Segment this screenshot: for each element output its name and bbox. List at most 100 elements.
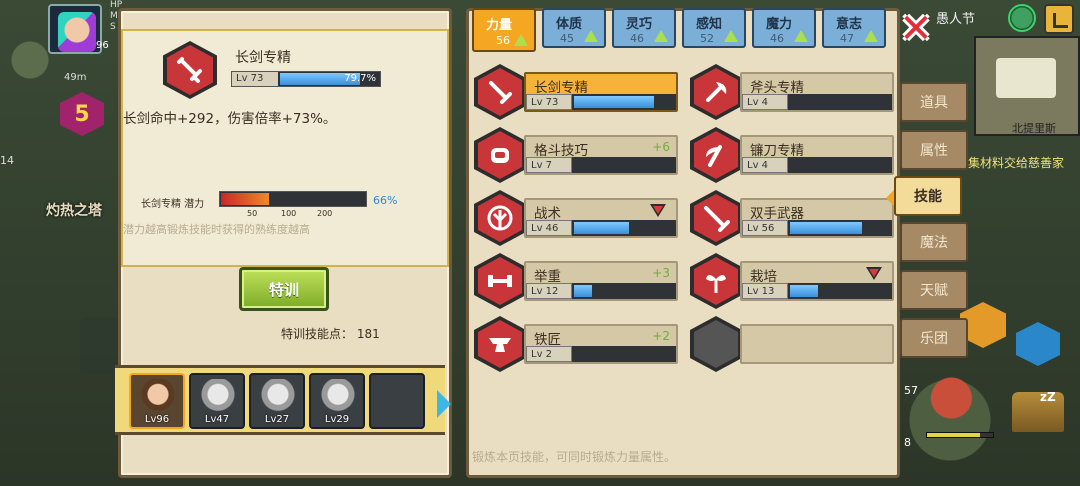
party-member-level: Lv29 bbox=[324, 414, 350, 425]
player-level: 96 bbox=[96, 40, 109, 51]
tab-strength[interactable]: 力量 56 bbox=[472, 8, 536, 52]
skill-item[interactable]: 举重 +3 Lv 12 bbox=[474, 253, 680, 309]
potential-label: 长剑专精 潜力 bbox=[141, 199, 205, 210]
sword-icon bbox=[474, 64, 526, 120]
world-nav-button[interactable] bbox=[80, 318, 120, 374]
skill-level-bar: Lv 7 bbox=[526, 157, 676, 173]
skill-level-fill bbox=[574, 285, 592, 297]
skill-item[interactable]: 铁匠 +2 Lv 2 bbox=[474, 316, 680, 372]
globe-icon[interactable] bbox=[1008, 4, 1036, 32]
skill-level: Lv 13 bbox=[742, 283, 788, 299]
footer-hint: 锻炼本页技能，可同时锻炼力量属性。 bbox=[472, 450, 677, 464]
avatar bbox=[199, 379, 237, 413]
skill-detail-card: 长剑专精 Lv 73 79.7% 长剑命中+292，伤害倍率+73%。 长剑专精… bbox=[121, 29, 449, 267]
train-button[interactable]: 特训 bbox=[239, 267, 329, 311]
skill-item[interactable]: 战术 Lv 46 bbox=[474, 190, 680, 246]
skill-level: Lv 46 bbox=[526, 220, 572, 236]
party-next-arrow-icon[interactable] bbox=[437, 390, 451, 418]
skill-name: 格斗技巧 bbox=[534, 143, 588, 159]
up-arrow-icon bbox=[794, 30, 808, 42]
skill-detail-title: 长剑专精 bbox=[235, 50, 291, 66]
party-member-slot[interactable]: Lv27 bbox=[249, 373, 305, 429]
skill-item[interactable]: 长剑专精 Lv 73 bbox=[474, 64, 680, 120]
minimap-label: 北提里斯 bbox=[1012, 122, 1056, 135]
potential-down-icon bbox=[866, 267, 882, 280]
side-tab-talent[interactable]: 天赋 bbox=[900, 270, 968, 310]
skill-item[interactable]: 双手武器 Lv 56 bbox=[690, 190, 896, 246]
player-portrait[interactable] bbox=[48, 4, 102, 54]
party-member-slot-empty[interactable] bbox=[369, 373, 425, 429]
skill-slot-empty[interactable] bbox=[690, 316, 896, 372]
side-tab-magic[interactable]: 魔法 bbox=[900, 222, 968, 262]
party-member-level: Lv47 bbox=[204, 414, 230, 425]
tab-constitution[interactable]: 体质 45 bbox=[542, 8, 606, 48]
skill-level-fill bbox=[790, 222, 862, 234]
skill-detail-description: 长剑命中+292，伤害倍率+73%。 bbox=[123, 111, 337, 127]
skill-level-bar: Lv 2 bbox=[526, 346, 676, 362]
skill-item-body: 战术 Lv 46 bbox=[524, 198, 678, 238]
party-member-slot[interactable]: Lv96 bbox=[129, 373, 185, 429]
tab-magic[interactable]: 魔力 46 bbox=[752, 8, 816, 48]
skill-detail-level: Lv 73 bbox=[232, 72, 278, 86]
skill-detail-progress-pct: 79.7% bbox=[344, 73, 376, 84]
sword-icon bbox=[163, 41, 217, 99]
potential-tick: 100 bbox=[281, 209, 297, 218]
party-member-slot[interactable]: Lv47 bbox=[189, 373, 245, 429]
up-arrow-icon bbox=[864, 30, 878, 42]
skill-item[interactable]: 栽培 Lv 13 bbox=[690, 253, 896, 309]
skill-item-body: 栽培 Lv 13 bbox=[740, 261, 894, 301]
tab-perception[interactable]: 感知 52 bbox=[682, 8, 746, 48]
skill-name: 镰刀专精 bbox=[750, 143, 804, 159]
up-arrow-icon bbox=[724, 30, 738, 42]
quest-tracker[interactable]: 集材料交给慈善家 bbox=[968, 154, 1064, 171]
skill-item-body: 双手武器 Lv 56 bbox=[740, 198, 894, 238]
side-tab-band[interactable]: 乐团 bbox=[900, 318, 968, 358]
skill-level-bar: Lv 73 bbox=[526, 94, 676, 110]
skill-item[interactable]: 镰刀专精 Lv 4 bbox=[690, 127, 896, 183]
skill-level-bar: Lv 56 bbox=[742, 220, 892, 236]
skill-item[interactable]: 格斗技巧 +6 Lv 7 bbox=[474, 127, 680, 183]
potential-pct: 66% bbox=[373, 194, 398, 207]
potential-bar bbox=[219, 191, 367, 207]
skill-level: Lv 56 bbox=[742, 220, 788, 236]
train-points: 特训技能点： 181 bbox=[281, 325, 380, 342]
skill-level: Lv 73 bbox=[526, 94, 572, 110]
two-handed-icon bbox=[690, 190, 742, 246]
potential-down-icon bbox=[650, 204, 666, 217]
axe-icon bbox=[690, 64, 742, 120]
skill-item[interactable]: 斧头专精 Lv 4 bbox=[690, 64, 896, 120]
skill-detail-panel: 长剑专精 Lv 73 79.7% 长剑命中+292，伤害倍率+73%。 长剑专精… bbox=[115, 8, 452, 478]
close-icon[interactable]: ✕ bbox=[898, 9, 934, 49]
empty-slot-icon bbox=[690, 316, 742, 372]
skill-level-fill bbox=[574, 222, 629, 234]
skill-level-bar: Lv 4 bbox=[742, 94, 892, 110]
tab-dexterity[interactable]: 灵巧 46 bbox=[612, 8, 676, 48]
skill-name: 长剑专精 bbox=[534, 80, 588, 96]
up-arrow-icon bbox=[654, 30, 668, 42]
skill-level-fill bbox=[574, 96, 654, 108]
tab-will[interactable]: 意志 47 bbox=[822, 8, 886, 48]
skill-name: 双手武器 bbox=[750, 206, 804, 222]
side-tab-items[interactable]: 道具 bbox=[900, 82, 968, 122]
party-member-slot[interactable]: Lv29 bbox=[309, 373, 365, 429]
sleep-icon[interactable] bbox=[1012, 392, 1064, 432]
party-member-level: Lv27 bbox=[264, 414, 290, 425]
skill-name: 斧头专精 bbox=[750, 80, 804, 96]
side-tab-attributes[interactable]: 属性 bbox=[900, 130, 968, 170]
exit-icon[interactable] bbox=[1044, 4, 1074, 34]
skill-item-body: 镰刀专精 Lv 4 bbox=[740, 135, 894, 175]
skill-name: 铁匠 bbox=[534, 332, 561, 348]
fist-icon bbox=[474, 127, 526, 183]
meat-icon[interactable] bbox=[928, 376, 980, 420]
anvil-icon bbox=[474, 316, 526, 372]
side-tab-skills[interactable]: 技能 bbox=[886, 176, 962, 216]
train-points-value: 181 bbox=[356, 327, 380, 341]
skill-delta: +3 bbox=[652, 266, 670, 280]
avatar bbox=[259, 379, 297, 413]
up-arrow-icon bbox=[584, 30, 598, 42]
skill-level: Lv 2 bbox=[526, 346, 572, 362]
skill-item-body: 举重 +3 Lv 12 bbox=[524, 261, 678, 301]
skill-level: Lv 7 bbox=[526, 157, 572, 173]
skill-level-bar: Lv 13 bbox=[742, 283, 892, 299]
potential-tick: 50 bbox=[247, 209, 258, 218]
